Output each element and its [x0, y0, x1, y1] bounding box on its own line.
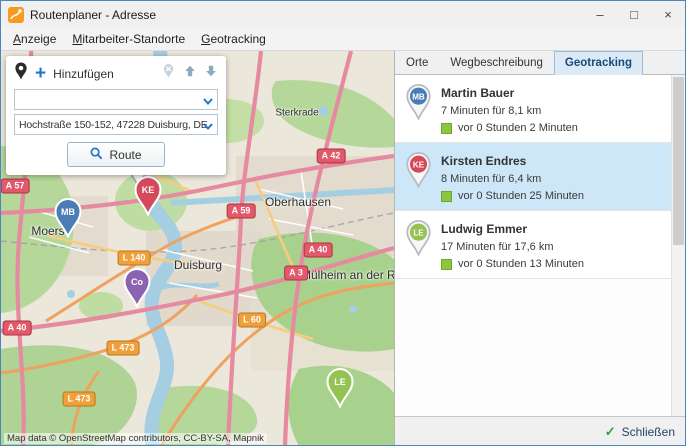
person-pin-icon: KE [405, 152, 432, 202]
city-label-sterkrade: Sterkrade [275, 108, 318, 119]
map-pin-co[interactable]: Co [122, 268, 152, 313]
svg-text:MB: MB [61, 207, 75, 217]
close-dialog-button[interactable]: ✓ Schließen [605, 424, 675, 440]
tab-geotracking[interactable]: Geotracking [554, 51, 643, 75]
city-label-muelheim: Mülheim an der Ruhr [301, 268, 394, 282]
person-pin-icon: MB [405, 84, 432, 134]
menubar: Anzeige Mitarbeiter-Standorte Geotrackin… [1, 28, 685, 51]
road-badge: A 3 [284, 266, 308, 281]
stop-select[interactable] [14, 89, 218, 110]
route-button-label: Route [109, 148, 141, 162]
map: A 57 A 42 A 59 A 40 A 3 A 40 L 140 L 60 … [1, 51, 394, 446]
menu-anzeige-accel: A [13, 32, 21, 46]
svg-text:KE: KE [142, 185, 155, 195]
road-badge: L 473 [63, 392, 96, 407]
road-badge: A 57 [1, 179, 29, 194]
bottombar: ✓ Schließen [395, 416, 685, 446]
route-estimate: 17 Minuten für 17,6 km [441, 241, 584, 253]
svg-text:KE: KE [413, 160, 425, 169]
recency-indicator [441, 123, 452, 134]
road-badge: A 40 [304, 243, 333, 258]
add-stop-icon[interactable]: + [35, 65, 46, 83]
last-seen-text: vor 0 Stunden 25 Minuten [458, 190, 584, 202]
last-seen-text: vor 0 Stunden 2 Minuten [458, 122, 578, 134]
menu-geotracking[interactable]: Geotracking [193, 30, 274, 48]
menu-anzeige[interactable]: Anzeige [5, 30, 64, 48]
svg-text:LE: LE [334, 377, 346, 387]
map-pin-mb[interactable]: MB [53, 198, 83, 243]
search-icon [90, 147, 103, 163]
last-seen-text: vor 0 Stunden 13 Minuten [458, 258, 584, 270]
svg-text:MB: MB [412, 92, 425, 101]
address-select[interactable]: Hochstraße 150-152, 47228 Duisburg, DE [14, 114, 218, 135]
person-pin-icon: LE [405, 220, 432, 270]
menu-mitarbeiter-standorte[interactable]: Mitarbeiter-Standorte [64, 30, 193, 48]
menu-mitarbeiter-label: itarbeiter-Standorte [82, 32, 185, 46]
scrollbar-thumb[interactable] [673, 77, 684, 245]
app-window: Routenplaner - Adresse – □ × Anzeige Mit… [0, 0, 686, 446]
close-button[interactable]: × [651, 1, 685, 28]
move-up-icon[interactable] [183, 64, 197, 83]
road-badge: L 473 [107, 341, 140, 356]
list-item-kirsten-endres[interactable]: KE Kirsten Endres 8 Minuten für 6,4 km v… [395, 143, 672, 211]
person-name: Martin Bauer [441, 86, 578, 100]
svg-text:Co: Co [131, 277, 143, 287]
person-name: Kirsten Endres [441, 154, 584, 168]
address-value: Hochstraße 150-152, 47228 Duisburg, DE [19, 119, 208, 131]
titlebar: Routenplaner - Adresse – □ × [1, 1, 685, 28]
road-badge: L 140 [118, 251, 151, 266]
menu-mitarbeiter-accel: M [72, 32, 82, 46]
route-estimate: 8 Minuten für 6,4 km [441, 173, 584, 185]
person-name: Ludwig Emmer [441, 222, 584, 236]
maximize-button[interactable]: □ [617, 1, 651, 28]
map-attribution: Map data © OpenStreetMap contributors, C… [4, 433, 267, 444]
svg-text:LE: LE [413, 228, 424, 237]
remove-stop-icon[interactable] [161, 63, 176, 84]
move-down-icon[interactable] [204, 64, 218, 83]
road-badge: L 60 [238, 313, 266, 328]
menu-anzeige-label: nzeige [21, 32, 56, 46]
map-pin-ke[interactable]: KE [133, 176, 163, 221]
chevron-down-icon [203, 96, 213, 108]
city-label-duisburg: Duisburg [174, 258, 222, 272]
chevron-down-icon [203, 121, 213, 133]
geotracking-list: MB Martin Bauer 7 Minuten für 8,1 km vor… [395, 75, 685, 416]
road-badge: A 59 [227, 204, 256, 219]
route-button[interactable]: Route [67, 142, 165, 167]
check-icon: ✓ [605, 424, 616, 440]
window-title: Routenplaner - Adresse [30, 8, 156, 22]
list-item-martin-bauer[interactable]: MB Martin Bauer 7 Minuten für 8,1 km vor… [395, 75, 672, 143]
route-toolbar: + Hinzufügen [6, 56, 226, 175]
tab-wegbeschreibung[interactable]: Wegbeschreibung [439, 51, 554, 74]
road-badge: A 42 [317, 149, 346, 164]
menu-geotracking-label: eotracking [210, 32, 265, 46]
tabbar: Orte Wegbeschreibung Geotracking [395, 51, 685, 75]
side-panel: Orte Wegbeschreibung Geotracking MB [394, 51, 685, 446]
window-controls: – □ × [583, 1, 685, 28]
tab-orte[interactable]: Orte [395, 51, 439, 74]
location-pin-icon [14, 62, 28, 85]
map-pin-le[interactable]: LE [325, 368, 355, 413]
app-icon [8, 7, 24, 23]
road-badge: A 40 [3, 321, 32, 336]
city-label-oberhausen: Oberhausen [265, 195, 331, 209]
scrollbar[interactable] [671, 75, 685, 416]
list-item-ludwig-emmer[interactable]: LE Ludwig Emmer 17 Minuten für 17,6 km v… [395, 211, 672, 279]
add-stop-label: Hinzufügen [53, 67, 114, 81]
route-estimate: 7 Minuten für 8,1 km [441, 105, 578, 117]
recency-indicator [441, 259, 452, 270]
content: A 57 A 42 A 59 A 40 A 3 A 40 L 140 L 60 … [1, 51, 685, 446]
recency-indicator [441, 191, 452, 202]
close-dialog-label: Schließen [622, 425, 675, 439]
minimize-button[interactable]: – [583, 1, 617, 28]
